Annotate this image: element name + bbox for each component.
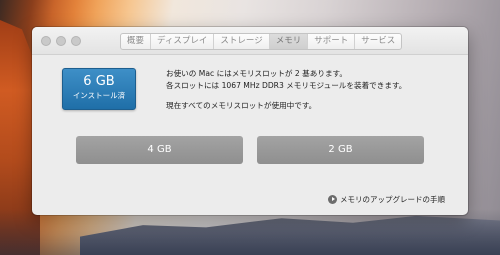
installed-memory-size: 6 GB xyxy=(83,74,115,89)
memory-upgrade-link[interactable]: メモリのアップグレードの手順 xyxy=(328,194,445,205)
minimize-window-button[interactable] xyxy=(56,36,66,46)
installed-memory-badge: 6 GB インストール済 xyxy=(62,68,136,110)
tab-overview[interactable]: 概要 xyxy=(121,34,150,49)
tab-displays[interactable]: ディスプレイ xyxy=(150,34,213,49)
zoom-window-button[interactable] xyxy=(71,36,81,46)
tab-bar: 概要 ディスプレイ ストレージ メモリ サポート サービス xyxy=(120,33,403,50)
memory-upgrade-label: メモリのアップグレードの手順 xyxy=(340,195,445,204)
tab-support[interactable]: サポート xyxy=(307,34,354,49)
close-window-button[interactable] xyxy=(41,36,51,46)
tab-service[interactable]: サービス xyxy=(354,34,401,49)
arrow-right-circle-icon xyxy=(328,195,337,204)
memory-slot-2: 2 GB xyxy=(257,136,424,164)
installed-memory-label: インストール済 xyxy=(72,91,126,100)
memory-info-text: お使いの Mac にはメモリスロットが 2 基あります。 各スロットには 106… xyxy=(166,68,456,112)
memory-slot-spec-text: 各スロットには 1067 MHz DDR3 メモリモジュールを装着できます。 xyxy=(166,81,407,90)
titlebar: 概要 ディスプレイ ストレージ メモリ サポート サービス xyxy=(32,27,468,55)
memory-slot-1: 4 GB xyxy=(76,136,243,164)
about-this-mac-window: 概要 ディスプレイ ストレージ メモリ サポート サービス 6 GB インストー… xyxy=(32,27,468,215)
memory-slot-status-text: 現在すべてのメモリスロットが使用中です。 xyxy=(166,101,317,110)
memory-slot-count-text: お使いの Mac にはメモリスロットが 2 基あります。 xyxy=(166,69,347,78)
tab-memory[interactable]: メモリ xyxy=(268,34,308,49)
tab-storage[interactable]: ストレージ xyxy=(213,34,268,49)
wallpaper-hills xyxy=(80,215,500,255)
